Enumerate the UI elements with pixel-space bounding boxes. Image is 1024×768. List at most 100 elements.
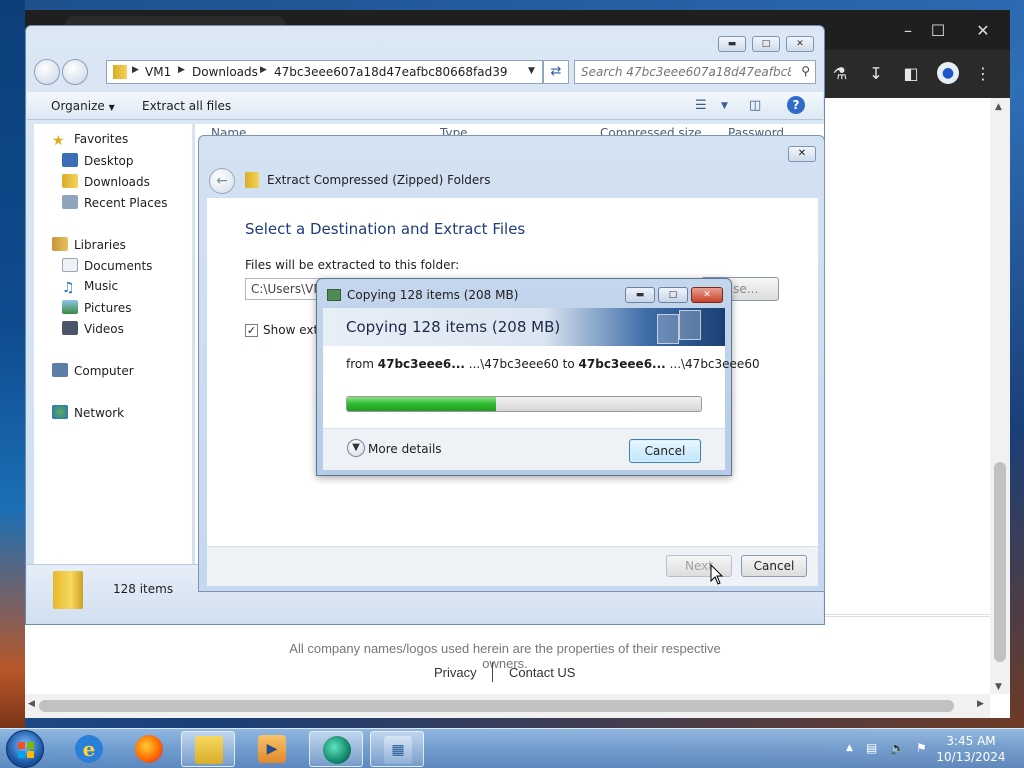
start-button[interactable] [6, 730, 44, 768]
nav-libraries-label: Libraries [74, 238, 126, 252]
address-bar[interactable]: ▶ VM1 ▶ Downloads ▶ 47bc3eee607a18d47eaf… [106, 60, 543, 84]
copy-body: from 47bc3eee6... ...\47bc3eee60 to 47bc… [323, 346, 760, 428]
copy-cancel-button[interactable]: Cancel [629, 439, 701, 463]
nav-documents[interactable]: Documents [62, 258, 152, 278]
nav-videos-label: Videos [84, 322, 124, 336]
search-box[interactable]: ⚲ [574, 60, 816, 84]
nav-desktop-label: Desktop [84, 154, 134, 168]
app-taskbar-button[interactable] [309, 731, 363, 767]
maximize-icon[interactable]: □ [752, 36, 780, 52]
more-details-button[interactable]: More details [368, 442, 442, 456]
search-input[interactable] [581, 64, 791, 80]
pictures-icon [62, 300, 78, 314]
organize-button[interactable]: Organize ▼ [51, 99, 115, 113]
scroll-right-icon[interactable]: ▶ [977, 699, 984, 709]
privacy-link[interactable]: Privacy [434, 665, 477, 680]
more-menu-icon[interactable]: ⋮ [972, 63, 994, 85]
organize-label: Organize [51, 99, 105, 113]
close-icon[interactable]: ✕ [788, 146, 816, 162]
horizontal-scrollbar[interactable]: ◀ ▶ [25, 694, 990, 718]
network-status-icon[interactable]: ▤ [866, 741, 877, 755]
help-icon[interactable]: ? [787, 96, 805, 114]
search-icon[interactable]: ⚲ [801, 64, 810, 78]
profile-avatar-icon[interactable]: ● [937, 62, 959, 84]
extract-all-button[interactable]: Extract all files [142, 99, 231, 113]
item-count: 128 items [113, 582, 174, 596]
expand-chevron-icon[interactable]: ▼ [347, 439, 365, 457]
close-icon[interactable]: ✕ [972, 20, 994, 42]
nav-pictures[interactable]: Pictures [62, 300, 132, 320]
mouse-cursor-icon [710, 564, 724, 585]
scroll-thumb[interactable] [39, 700, 954, 712]
maximize-icon[interactable]: ☐ [927, 20, 949, 42]
show-hidden-icons-icon[interactable]: ▲ [846, 743, 853, 753]
breadcrumb-folder[interactable]: 47bc3eee607a18d47eafbc80668fad39 [274, 65, 508, 79]
labs-flask-icon[interactable]: ⚗ [829, 63, 851, 85]
back-button[interactable] [34, 59, 60, 85]
divider [492, 662, 493, 682]
maximize-icon[interactable]: □ [658, 287, 688, 303]
navigation-pane: ★ Favorites Desktop Downloads Recent Plac… [34, 124, 192, 564]
minimize-icon[interactable]: ▬ [718, 36, 746, 52]
cancel-button[interactable]: Cancel [741, 555, 807, 577]
star-icon: ★ [52, 133, 65, 149]
media-player-taskbar-button[interactable]: ▶ [245, 731, 299, 767]
back-button[interactable]: ← [209, 168, 235, 194]
scroll-left-icon[interactable]: ◀ [28, 699, 35, 709]
vertical-scrollbar[interactable]: ▲ ▼ [990, 98, 1010, 694]
copy-dialog-taskbar-button[interactable]: ▦ [370, 731, 424, 767]
wizard-heading: Select a Destination and Extract Files [245, 220, 526, 238]
zip-folder-icon [53, 571, 83, 609]
nav-documents-label: Documents [84, 259, 153, 273]
windows-logo-icon [18, 742, 34, 758]
breadcrumb-separator-icon: ▶ [132, 65, 139, 75]
internet-explorer-icon: e [75, 735, 103, 763]
view-options-icon[interactable]: ☰ [695, 98, 707, 113]
forward-button[interactable] [62, 59, 88, 85]
firefox-taskbar-button[interactable] [122, 731, 176, 767]
copy-progress-bar [346, 396, 702, 412]
show-files-checkbox[interactable]: ✓ [245, 324, 258, 337]
footer-disclaimer: All company names/logos used herein are … [289, 641, 721, 671]
copy-dialog-title: Copying 128 items (208 MB) [347, 288, 519, 302]
internet-explorer-taskbar-button[interactable]: e [62, 731, 116, 767]
source-folder-link[interactable]: 47bc3eee6... [378, 357, 465, 371]
nav-network[interactable]: Network [52, 405, 124, 425]
refresh-icon[interactable]: ⇄ [543, 60, 569, 84]
minimize-icon[interactable]: – [897, 20, 919, 42]
preview-pane-icon[interactable]: ◫ [749, 98, 761, 113]
nav-music[interactable]: ♫ Music [62, 279, 118, 299]
scroll-down-icon[interactable]: ▼ [995, 682, 1002, 692]
clock[interactable]: 3:45 AM 10/13/2024 [936, 733, 1006, 765]
scroll-thumb[interactable] [994, 462, 1006, 662]
chevron-down-icon: ▼ [108, 103, 115, 112]
nav-desktop[interactable]: Desktop [62, 153, 134, 173]
contact-us-link[interactable]: Contact US [509, 665, 575, 680]
folder-icon [113, 65, 127, 79]
nav-computer[interactable]: Computer [52, 363, 134, 383]
to-word: to [562, 357, 575, 371]
volume-muted-icon[interactable]: 🔈 [890, 741, 905, 755]
destination-folder-link[interactable]: 47bc3eee6... [579, 357, 666, 371]
nav-downloads[interactable]: Downloads [62, 174, 150, 194]
explorer-taskbar-button[interactable] [181, 731, 235, 767]
download-icon[interactable]: ↧ [865, 63, 887, 85]
nav-libraries[interactable]: Libraries [52, 237, 126, 257]
chevron-down-icon[interactable]: ▼ [528, 66, 535, 76]
copy-source-destination: from 47bc3eee6... ...\47bc3eee60 to 47bc… [346, 357, 760, 371]
nav-recent-places[interactable]: Recent Places [62, 195, 167, 215]
nav-recent-label: Recent Places [84, 196, 168, 210]
breadcrumb-downloads[interactable]: Downloads [192, 65, 258, 79]
scroll-up-icon[interactable]: ▲ [995, 102, 1002, 112]
nav-favorites[interactable]: ★ Favorites [52, 132, 128, 152]
breadcrumb-vm1[interactable]: VM1 [145, 65, 171, 79]
close-icon[interactable]: ✕ [786, 36, 814, 52]
action-center-flag-icon[interactable]: ⚑ [916, 741, 927, 755]
minimize-icon[interactable]: ▬ [625, 287, 655, 303]
progress-fill [347, 397, 496, 411]
side-panel-icon[interactable]: ◧ [900, 63, 922, 85]
chevron-down-icon[interactable]: ▼ [721, 101, 728, 111]
divider [825, 614, 990, 615]
nav-videos[interactable]: Videos [62, 321, 124, 341]
close-icon[interactable]: ✕ [691, 287, 723, 303]
